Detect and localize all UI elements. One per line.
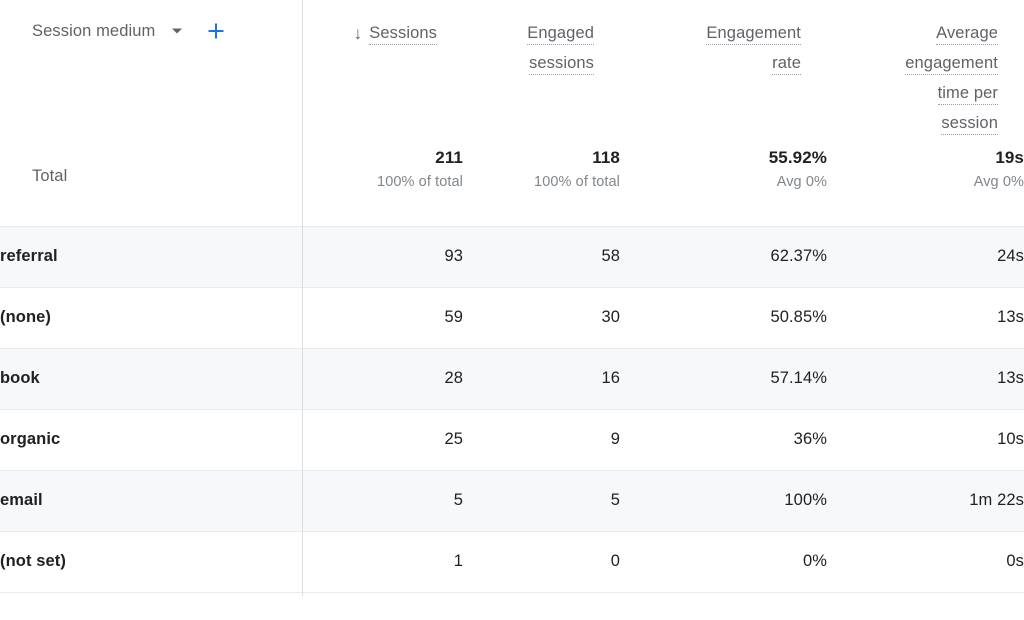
data-table: Session medium (0, 0, 1024, 593)
total-sub-sessions: 100% of total (303, 170, 463, 194)
total-sub-engagement-rate: Avg 0% (620, 170, 827, 194)
column-header-sessions[interactable]: ↓ Sessions (303, 0, 463, 145)
arrow-down-icon: ↓ (354, 25, 363, 42)
column-header-avg-engagement-time-line3: time per (938, 84, 998, 105)
row-avg-engagement-time: 13s (827, 348, 1024, 409)
table-row[interactable]: email 5 5 100% 1m 22s (0, 470, 1024, 531)
row-dimension[interactable]: organic (0, 409, 303, 470)
row-dimension[interactable]: email (0, 470, 303, 531)
row-dimension[interactable]: (none) (0, 287, 303, 348)
table-row[interactable]: (not set) 1 0 0% 0s (0, 531, 1024, 592)
row-dimension[interactable]: book (0, 348, 303, 409)
total-row-label: Total (0, 145, 303, 186)
column-header-engagement-rate-line1: Engagement (706, 24, 801, 45)
total-row-label-cell: Total (0, 145, 303, 226)
total-sub-avg-engagement-time: Avg 0% (827, 170, 1024, 194)
row-dimension[interactable]: referral (0, 226, 303, 287)
row-sessions: 93 (303, 226, 463, 287)
column-header-avg-engagement-time-line1: Average (936, 24, 998, 45)
row-sessions: 1 (303, 531, 463, 592)
total-value-engaged-sessions: 118 (463, 145, 620, 170)
chevron-down-icon[interactable] (163, 19, 191, 43)
column-header-engaged-sessions[interactable]: Engaged sessions (463, 0, 620, 145)
plus-icon[interactable] (201, 18, 231, 44)
report-table: Session medium (0, 0, 1024, 620)
row-avg-engagement-time: 1m 22s (827, 470, 1024, 531)
row-engaged-sessions: 5 (463, 470, 620, 531)
row-engaged-sessions: 0 (463, 531, 620, 592)
table-body: Total 211 100% of total 118 100% of tota… (0, 145, 1024, 592)
row-sessions: 25 (303, 409, 463, 470)
row-sessions: 5 (303, 470, 463, 531)
row-engaged-sessions: 58 (463, 226, 620, 287)
total-cell-sessions: 211 100% of total (303, 145, 463, 226)
row-avg-engagement-time: 13s (827, 287, 1024, 348)
total-cell-avg-engagement-time: 19s Avg 0% (827, 145, 1024, 226)
row-engagement-rate: 36% (620, 409, 827, 470)
column-header-engaged-sessions-line2: sessions (529, 54, 594, 75)
column-header-engagement-rate-line2: rate (772, 54, 801, 75)
row-engagement-rate: 100% (620, 470, 827, 531)
row-avg-engagement-time: 10s (827, 409, 1024, 470)
dimension-header-cell: Session medium (0, 0, 303, 145)
row-sessions: 59 (303, 287, 463, 348)
row-engagement-rate: 50.85% (620, 287, 827, 348)
total-value-avg-engagement-time: 19s (827, 145, 1024, 170)
row-engagement-rate: 57.14% (620, 348, 827, 409)
column-header-avg-engagement-time[interactable]: Average engagement time per session (827, 0, 1024, 145)
table-header: Session medium (0, 0, 1024, 145)
table-row[interactable]: organic 25 9 36% 10s (0, 409, 1024, 470)
total-value-sessions: 211 (303, 145, 463, 170)
column-header-engagement-rate[interactable]: Engagement rate (620, 0, 827, 145)
table-row[interactable]: referral 93 58 62.37% 24s (0, 226, 1024, 287)
row-engagement-rate: 0% (620, 531, 827, 592)
header-row: Session medium (0, 0, 1024, 145)
column-header-sessions-label: Sessions (369, 24, 437, 45)
column-header-avg-engagement-time-line4: session (941, 114, 998, 135)
column-header-engaged-sessions-line1: Engaged (527, 24, 594, 45)
row-avg-engagement-time: 24s (827, 226, 1024, 287)
column-divider (302, 0, 303, 596)
row-sessions: 28 (303, 348, 463, 409)
column-header-avg-engagement-time-line2: engagement (905, 54, 998, 75)
dimension-selector-label[interactable]: Session medium (32, 22, 155, 41)
row-dimension[interactable]: (not set) (0, 531, 303, 592)
total-sub-engaged-sessions: 100% of total (463, 170, 620, 194)
table-row[interactable]: book 28 16 57.14% 13s (0, 348, 1024, 409)
row-engaged-sessions: 30 (463, 287, 620, 348)
row-engaged-sessions: 9 (463, 409, 620, 470)
total-cell-engaged-sessions: 118 100% of total (463, 145, 620, 226)
total-value-engagement-rate: 55.92% (620, 145, 827, 170)
row-engaged-sessions: 16 (463, 348, 620, 409)
row-engagement-rate: 62.37% (620, 226, 827, 287)
row-avg-engagement-time: 0s (827, 531, 1024, 592)
table-row[interactable]: (none) 59 30 50.85% 13s (0, 287, 1024, 348)
total-row: Total 211 100% of total 118 100% of tota… (0, 145, 1024, 226)
total-cell-engagement-rate: 55.92% Avg 0% (620, 145, 827, 226)
